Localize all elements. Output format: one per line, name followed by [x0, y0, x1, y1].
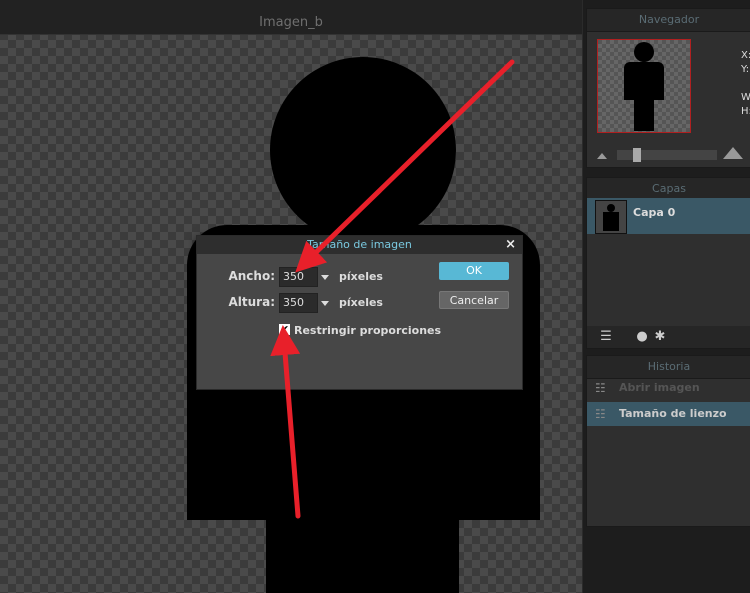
- layers-panel: Capas Capa 0 ☰ ● ✱: [586, 177, 750, 349]
- history-step-icon: ☷: [595, 381, 606, 395]
- width-input[interactable]: 350: [279, 267, 318, 287]
- zoom-track[interactable]: [617, 150, 717, 160]
- close-icon[interactable]: ×: [505, 237, 516, 252]
- layer-thumb-body: [603, 212, 619, 231]
- layer-thumbnail: [595, 200, 627, 234]
- navigator-readout: X: Y: W: H:: [741, 49, 750, 119]
- constrain-proportions-checkbox[interactable]: ✔: [279, 324, 290, 335]
- zoom-knob[interactable]: [633, 148, 641, 162]
- new-layer-icon[interactable]: ✱: [653, 330, 667, 344]
- height-dropdown-icon[interactable]: [321, 301, 329, 306]
- height-unit: píxeles: [339, 296, 383, 309]
- thumb-figure-head: [634, 42, 654, 62]
- cancel-button[interactable]: Cancelar: [439, 291, 509, 309]
- height-label: Altura:: [228, 295, 276, 309]
- thumb-figure-legs: [634, 95, 654, 131]
- layer-row[interactable]: Capa 0: [587, 198, 750, 234]
- height-input[interactable]: 350: [279, 293, 318, 313]
- width-label: Ancho:: [228, 269, 275, 283]
- history-panel: Historia ☷ Abrir imagen ☷ Tamaño de lien…: [586, 355, 750, 527]
- ok-button[interactable]: OK: [439, 262, 509, 280]
- history-step-icon: ☷: [595, 407, 606, 421]
- image-size-dialog: Tamaño de imagen × Ancho: 350 píxeles Al…: [196, 235, 523, 390]
- readout-x: X:: [741, 50, 750, 61]
- dialog-title: Tamaño de imagen: [197, 236, 522, 254]
- figure-head: [270, 57, 456, 243]
- layer-label: Capa 0: [633, 206, 676, 219]
- zoom-in-icon[interactable]: [723, 147, 743, 159]
- layer-thumb-head: [607, 204, 615, 212]
- layer-mask-icon[interactable]: ●: [635, 330, 649, 344]
- width-dropdown-icon[interactable]: [321, 275, 329, 280]
- history-item-label: Abrir imagen: [619, 381, 700, 394]
- zoom-out-icon[interactable]: [597, 153, 607, 159]
- figure-legs: [266, 380, 459, 593]
- width-unit: píxeles: [339, 270, 383, 283]
- navigator-thumbnail[interactable]: [597, 39, 691, 133]
- zoom-slider[interactable]: [597, 147, 743, 162]
- layer-settings-icon[interactable]: ☰: [599, 330, 613, 344]
- readout-h: H:: [741, 106, 750, 117]
- layer-toolbar: ☰ ● ✱: [587, 326, 750, 348]
- navigator-panel: Navegador X: Y: W: H:: [586, 8, 750, 168]
- canvas-title: Imagen_b: [0, 0, 582, 35]
- history-item[interactable]: ☷ Abrir imagen: [587, 376, 750, 400]
- readout-y: Y:: [741, 64, 750, 75]
- constrain-proportions-label: Restringir proporciones: [294, 324, 442, 337]
- navigator-title: Navegador: [587, 9, 750, 32]
- readout-w: W:: [741, 92, 750, 103]
- history-item-label: Tamaño de lienzo: [619, 407, 727, 420]
- history-item[interactable]: ☷ Tamaño de lienzo: [587, 402, 750, 426]
